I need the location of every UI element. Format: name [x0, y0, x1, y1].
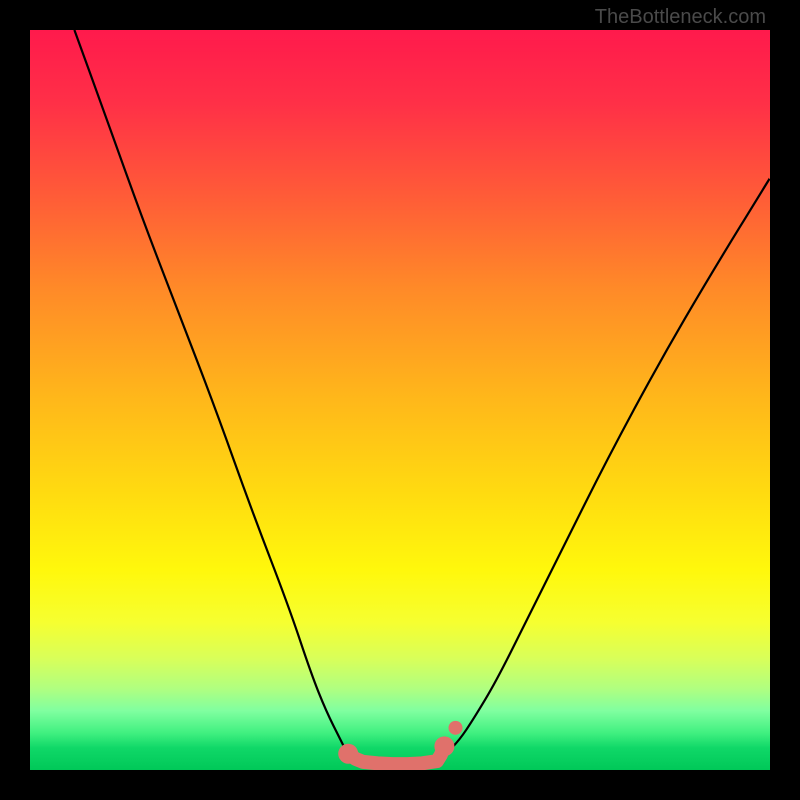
watermark-text: TheBottleneck.com [595, 6, 766, 29]
bottom-marker-dot [338, 744, 358, 764]
chart-curves [30, 30, 770, 770]
chart-frame [30, 30, 770, 770]
bottom-marker-connector [348, 746, 444, 764]
bottom-marker-dot [449, 721, 463, 735]
right-curve-line [444, 178, 770, 755]
bottom-marker-group [338, 721, 462, 764]
left-curve-line [74, 30, 348, 755]
bottom-marker-dot [434, 736, 454, 756]
